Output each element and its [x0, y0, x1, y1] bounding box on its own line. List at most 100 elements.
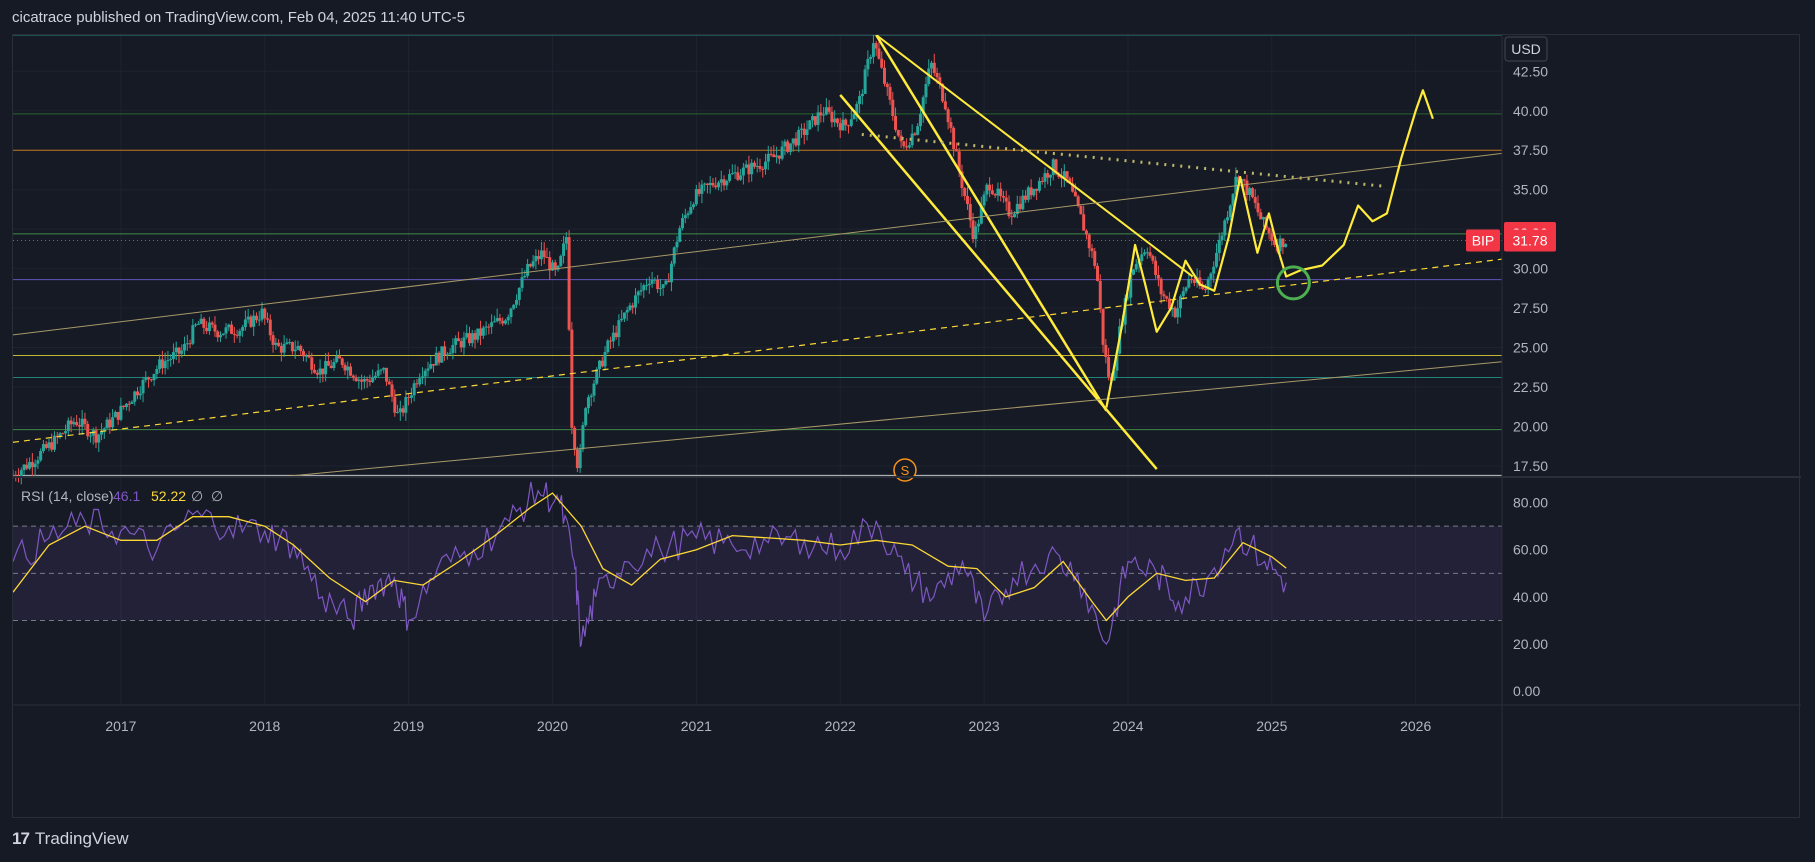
candle-body [916, 126, 920, 135]
candle-body [448, 352, 452, 355]
candle-body [642, 285, 646, 291]
candle-body [716, 182, 720, 188]
candle-body [866, 58, 870, 70]
candle-body [1024, 195, 1028, 200]
candle-body [869, 56, 873, 59]
price-chart-svg[interactable]: S 2017 2018 2019 2020 2021 2022 2023 2024 2025 20… [13, 35, 1801, 819]
tradingview-logo-icon: 17 [12, 829, 30, 848]
candle-body [603, 352, 607, 367]
candle-body [838, 123, 842, 131]
candle-body [296, 345, 300, 350]
candle-body [39, 451, 43, 461]
candle-body [72, 422, 76, 425]
candle-body [368, 380, 372, 383]
candle-body [462, 337, 466, 348]
candle-body [739, 175, 743, 180]
candle-body [924, 83, 928, 98]
candle-body [332, 362, 336, 368]
candle-body [1026, 187, 1030, 200]
candle-body [741, 167, 745, 176]
candle-body [487, 326, 491, 328]
candle-body [373, 375, 377, 378]
candle-body [1259, 212, 1263, 220]
candle-body [290, 342, 294, 352]
event-marker-label: S [901, 463, 910, 478]
candle-body [227, 324, 231, 328]
candle-body [1151, 255, 1155, 261]
candle-body [155, 369, 159, 375]
candle-body [479, 328, 483, 336]
candle-body [645, 285, 649, 287]
candle-body [1187, 278, 1191, 288]
candle-body [534, 256, 538, 262]
candle-body [310, 357, 314, 370]
x-tick-label: 2017 [105, 718, 136, 734]
candle-body [1284, 244, 1288, 248]
footer[interactable]: 17 TradingView [12, 829, 128, 849]
candle-body [949, 122, 953, 128]
chart-frame[interactable]: S 2017 2018 2019 2020 2021 2022 2023 2024 2025 20… [12, 34, 1801, 819]
candle-body [382, 367, 386, 370]
candle-body [1073, 191, 1077, 197]
candle-body [340, 358, 344, 365]
candle-body [135, 391, 139, 396]
candle-body [1262, 216, 1266, 220]
candle-body [351, 375, 355, 378]
candle-body [398, 408, 402, 413]
candle-body [116, 411, 120, 420]
candle-body [360, 379, 364, 382]
candle-body [282, 343, 286, 353]
publish-header: cicatrace published on TradingView.com, … [12, 9, 466, 26]
candle-body [315, 372, 319, 375]
candle-body [492, 321, 496, 323]
candle-body [545, 257, 549, 259]
x-tick-label: 2025 [1256, 718, 1287, 734]
candle-body [393, 396, 397, 413]
candle-body [1104, 344, 1108, 358]
candle-body [445, 354, 449, 356]
candle-body [346, 366, 350, 371]
candle-body [672, 247, 676, 264]
candle-body [614, 332, 618, 338]
candle-body [80, 418, 84, 427]
candle-body [495, 318, 499, 322]
candle-body [218, 335, 222, 338]
candle-body [777, 155, 781, 159]
candle-body [243, 319, 247, 328]
candle-body [260, 308, 264, 320]
candle-body [592, 383, 596, 396]
candle-body [802, 128, 806, 135]
currency-badge[interactable]: USD [1504, 36, 1548, 62]
candle-body [1245, 180, 1249, 195]
candle-body [888, 87, 892, 100]
candle-body [207, 322, 211, 332]
candle-body [625, 309, 629, 313]
candle-body [788, 143, 792, 152]
candle-body [434, 352, 438, 366]
candle-body [216, 331, 220, 338]
candle-body [279, 345, 283, 353]
candle-body [996, 188, 1000, 196]
candle-body [177, 347, 181, 354]
candle-body [797, 129, 801, 146]
candle-body [77, 425, 81, 427]
candle-body [824, 107, 828, 115]
candle-body [882, 67, 886, 84]
candle-body [1145, 252, 1149, 254]
y-tick-label: 42.50 [1513, 63, 1548, 79]
candle-body [484, 326, 488, 328]
candle-body [1101, 308, 1105, 345]
candle-body [542, 250, 546, 258]
candle-body [595, 369, 599, 384]
candle-body [584, 408, 588, 426]
candle-body [415, 383, 419, 385]
candle-body [357, 379, 361, 381]
candle-body [149, 379, 153, 381]
candle-body [1212, 266, 1216, 274]
candle-body [86, 423, 90, 437]
candle-body [169, 359, 173, 361]
candle-body [443, 346, 447, 356]
candle-body [1093, 251, 1097, 266]
candle-body [1214, 252, 1218, 267]
candle-body [1162, 294, 1166, 297]
